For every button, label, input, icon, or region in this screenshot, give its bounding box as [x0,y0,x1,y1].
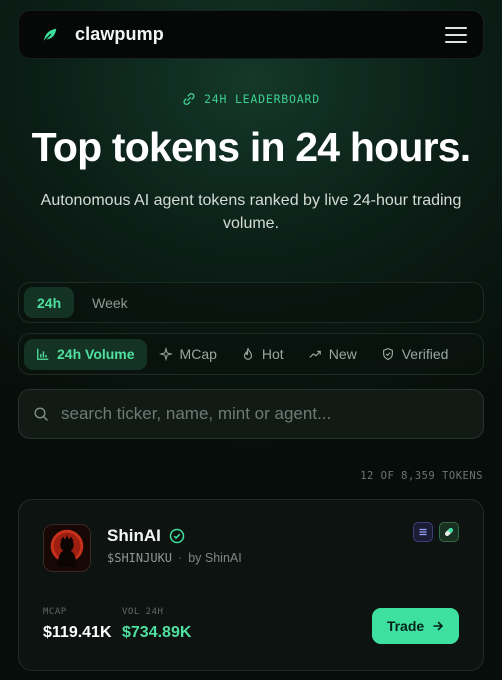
sort-verified-tab[interactable]: Verified [369,339,461,370]
search-bar [18,389,484,439]
trade-button[interactable]: Trade [372,608,459,644]
mcap-value: $119.41K [43,624,112,641]
timeframe-toggle: 24h Week [18,282,484,323]
sort-label: Hot [261,346,284,362]
token-creator[interactable]: by ShinAI [188,551,242,565]
separator-dot: · [178,551,183,565]
eyebrow-label: 24H LEADERBOARD [204,92,320,106]
link-icon [183,92,195,106]
sort-hot-tab[interactable]: Hot [229,339,296,370]
bar-chart-icon [37,348,49,360]
mcap-label: MCAP [43,607,67,617]
sort-new-tab[interactable]: New [296,339,369,370]
volume-label: VOL 24H [122,607,164,617]
token-badges [413,522,459,542]
trade-label: Trade [386,618,425,634]
list-badge-icon[interactable] [413,522,433,542]
token-avatar [43,524,91,572]
search-icon [34,407,48,421]
sort-label: MCap [179,346,217,362]
leaderboard-eyebrow: 24H LEADERBOARD [0,92,502,106]
token-card[interactable]: ShinAI $SHINJUKU · by ShinAI MCAP VOL 24… [18,499,484,671]
timeframe-24h-button[interactable]: 24h [24,287,75,318]
pill-badge-icon[interactable] [439,522,459,542]
sort-tabs: 24h Volume MCap Hot New Verified [18,333,484,375]
search-input[interactable] [61,404,469,424]
sort-24h-volume-tab[interactable]: 24h Volume [24,338,147,370]
shield-check-icon [382,347,393,361]
timeframe-week-button[interactable]: Week [79,287,141,318]
verified-check-icon [169,528,185,544]
flame-icon [243,347,252,360]
brand-name: clawpump [75,24,164,44]
trending-icon [309,350,321,358]
leaf-icon [43,28,57,42]
token-name-row: ShinAI [107,526,185,546]
page-title: Top tokens in 24 hours. [31,124,472,170]
brand-logo[interactable]: clawpump [41,24,164,45]
volume-value: $734.89K [122,624,192,641]
sort-label: Verified [401,346,449,362]
sort-label: New [328,346,357,362]
hamburger-icon[interactable] [445,25,467,45]
sort-label: 24h Volume [57,346,135,362]
page-subtitle: Autonomous AI agent tokens ranked by liv… [40,192,462,232]
results-count: 12 OF 8,359 TOKENS [360,470,483,482]
arrow-right-icon [433,621,444,631]
token-meta: $SHINJUKU · by ShinAI [107,551,242,565]
token-ticker: $SHINJUKU [107,551,173,565]
sort-mcap-tab[interactable]: MCap [147,339,229,370]
top-nav-bar: clawpump [18,10,484,59]
token-name: ShinAI [107,526,161,545]
sparkle-icon [158,347,173,361]
